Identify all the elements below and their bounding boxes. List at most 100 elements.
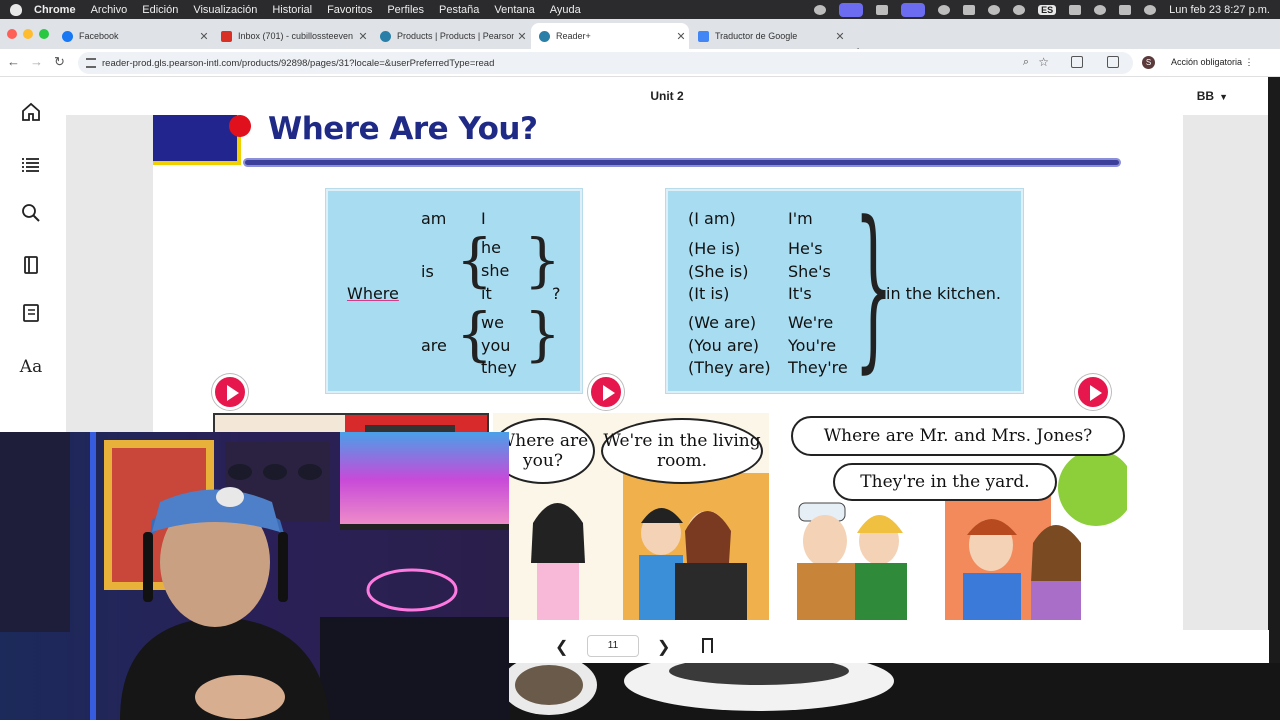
menubar-clock[interactable]: Lun feb 23 8:27 p.m. [1169,4,1270,16]
close-tab-icon[interactable]: ✕ [514,30,530,43]
headphones-icon[interactable] [988,4,1001,15]
grammar-full-form: (She is) [688,262,749,281]
menu-archivo[interactable]: Archivo [91,4,128,16]
notebook-icon[interactable] [21,255,41,275]
bookmark-star-icon[interactable]: ☆ [1038,55,1049,69]
tab-reader[interactable]: Reader+ ✕ [531,23,689,49]
close-tab-icon[interactable]: ✕ [196,30,212,43]
record-icon[interactable] [938,4,951,15]
address-bar[interactable]: reader-prod.gls.pearson-intl.com/product… [78,52,1133,74]
tab-title: Products | Products | Pearson [397,31,514,41]
grammar-pron-we: we [481,313,504,332]
grammar-pron-you: you [481,336,511,355]
maximize-window-icon[interactable] [39,29,49,39]
menu-visualizacion[interactable]: Visualización [193,4,257,16]
action-required-label: Acción obligatoria [1171,57,1243,67]
gmail-icon [221,30,232,42]
google-translate-icon [698,30,709,42]
home-icon[interactable] [21,102,41,122]
close-window-icon[interactable] [7,29,17,39]
speech-bubble: They're in the yard. [833,463,1057,501]
grammar-box-answers: (I am) I'm (He is) He's (She is) She's (… [666,189,1023,393]
input-language-badge[interactable]: ES [1038,4,1057,15]
grammar-is: is [421,262,434,281]
grammar-short-form: We're [788,313,834,332]
speech-bubble: We're in the living room. [601,418,763,484]
reload-icon[interactable]: ↻ [54,54,65,70]
audio-play-button[interactable] [1075,374,1111,410]
back-icon[interactable]: ← [7,54,20,69]
close-tab-icon[interactable]: ✕ [355,30,371,43]
close-tab-icon[interactable]: ✕ [832,30,848,43]
tab-title: Facebook [79,31,119,41]
minimize-window-icon[interactable] [23,29,33,39]
wifi-icon[interactable] [1069,4,1082,15]
pearson-icon [380,30,391,42]
desktop-wallpaper [509,663,1280,720]
forward-icon[interactable]: → [30,54,43,69]
profile-avatar[interactable]: S [1142,56,1155,69]
menu-favoritos[interactable]: Favoritos [327,4,372,16]
audio-play-button[interactable] [212,374,248,410]
notes-icon[interactable] [21,303,41,323]
stage-manager-icon[interactable] [901,2,926,17]
comic-panel-3: Where are Mr. and Mrs. Jones? They're in… [791,413,1127,620]
menu-pestana[interactable]: Pestaña [439,4,479,16]
apple-icon[interactable] [10,3,22,16]
grammar-full-form: (It is) [688,284,730,303]
tab-title: Reader+ [556,31,591,41]
title-dot [229,115,251,137]
search-icon[interactable] [21,203,41,223]
grammar-are: are [421,336,447,355]
bluetooth-icon[interactable] [963,4,976,15]
side-panel-icon[interactable] [1107,56,1119,68]
menu-historial[interactable]: Historial [272,4,312,16]
page-number-input[interactable]: 11 [587,635,639,657]
browser-tab-strip: Facebook ✕ Inbox (701) - cubillossteeven… [0,19,1280,59]
extensions-icon[interactable] [1071,56,1083,68]
url-text[interactable]: reader-prod.gls.pearson-intl.com/product… [102,58,494,69]
action-required-button[interactable]: Acción obligatoria ⋮ [1171,57,1254,68]
title-color-block [153,115,241,165]
page-title: Where Are You? [268,115,538,147]
screen-record-icon[interactable] [839,2,864,17]
user-icon[interactable] [1013,4,1026,15]
grammar-box-questions: am I Where is { he she it } ? are { we y… [326,189,582,393]
next-page-icon[interactable]: ❯ [657,637,670,657]
right-brace: } [524,226,561,294]
menu-ayuda[interactable]: Ayuda [550,4,581,16]
table-of-contents-icon[interactable] [21,155,41,175]
tab-products[interactable]: Products | Products | Pearson ✕ [372,23,530,49]
close-tab-icon[interactable]: ✕ [673,30,689,43]
menu-edicion[interactable]: Edición [142,4,178,16]
text-size-icon[interactable]: Aa [20,357,42,377]
status-icon[interactable] [814,4,827,15]
user-menu[interactable]: BB ▼ [1197,89,1228,103]
grammar-tail: in the kitchen. [886,284,1002,303]
menu-ventana[interactable]: Ventana [494,4,534,16]
menu-perfiles[interactable]: Perfiles [387,4,424,16]
speech-text: We're in the living room. [603,430,761,471]
bookmark-icon[interactable] [702,638,713,653]
user-initials: BB [1196,89,1215,103]
spotlight-icon[interactable] [1094,4,1107,15]
previous-page-icon[interactable]: ❮ [555,637,568,657]
tab-translate[interactable]: Traductor de Google ✕ [690,23,848,49]
webcam-overlay [0,432,509,720]
site-info-icon[interactable] [86,58,96,68]
grammar-short-form: She's [788,262,831,281]
tab-facebook[interactable]: Facebook ✕ [54,23,212,49]
grammar-full-form: (I am) [688,209,736,228]
grammar-pron-they: they [481,358,517,377]
webcam-video [0,432,509,720]
menu-app-name[interactable]: Chrome [34,4,76,16]
zoom-icon[interactable]: ⌕ [1023,56,1029,69]
audio-play-button[interactable] [588,374,624,410]
grammar-pron-he: he [481,238,501,257]
tab-gmail[interactable]: Inbox (701) - cubillossteeven ✕ [213,23,371,49]
siri-icon[interactable] [1144,4,1157,15]
control-center-icon[interactable] [1119,4,1132,15]
cloud-icon[interactable] [876,4,889,15]
grammar-full-form: (We are) [688,313,757,332]
unit-title: Unit 2 [650,89,684,103]
